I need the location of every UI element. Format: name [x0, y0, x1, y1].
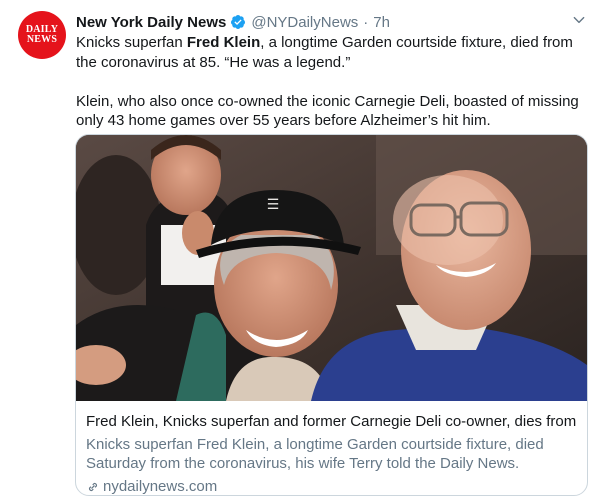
card-title[interactable]: Fred Klein, Knicks superfan and former C…	[86, 412, 579, 432]
card-photo[interactable]: ☰	[76, 135, 587, 401]
tweet-text: Knicks superfan Fred Klein, a longtime G…	[76, 33, 588, 131]
verified-badge-icon	[231, 15, 246, 29]
card-text[interactable]: Fred Klein, Knicks superfan and former C…	[86, 412, 579, 495]
card-domain-text: nydailynews.com	[103, 477, 218, 495]
svg-text:☰: ☰	[267, 196, 280, 212]
tweet-header: New York Daily News @NYDailyNews · 7h	[76, 12, 584, 32]
avatar[interactable]: DAILY NEWS	[18, 11, 66, 59]
author-name[interactable]: New York Daily News	[76, 14, 226, 31]
author-handle[interactable]: @NYDailyNews	[251, 14, 358, 31]
timestamp[interactable]: 7h	[373, 14, 390, 31]
card-domain[interactable]: nydailynews.com	[86, 477, 579, 495]
chevron-down-icon[interactable]	[572, 13, 586, 27]
card-description: Knicks superfan Fred Klein, a longtime G…	[86, 435, 544, 473]
link-card[interactable]: ☰ Fred Klein, Knicks superfan and former…	[75, 134, 588, 496]
tweet-text-bold-name: Fred Klein	[186, 34, 261, 51]
tweet-paragraph-1: Knicks superfan Fred Klein, a longtime G…	[76, 33, 588, 73]
avatar-line2: NEWS	[26, 34, 58, 45]
tweet-paragraph-2: Klein, who also once co-owned the iconic…	[76, 92, 579, 130]
tweet-text-pre: Knicks superfan	[76, 34, 187, 51]
separator-dot: ·	[363, 13, 369, 31]
